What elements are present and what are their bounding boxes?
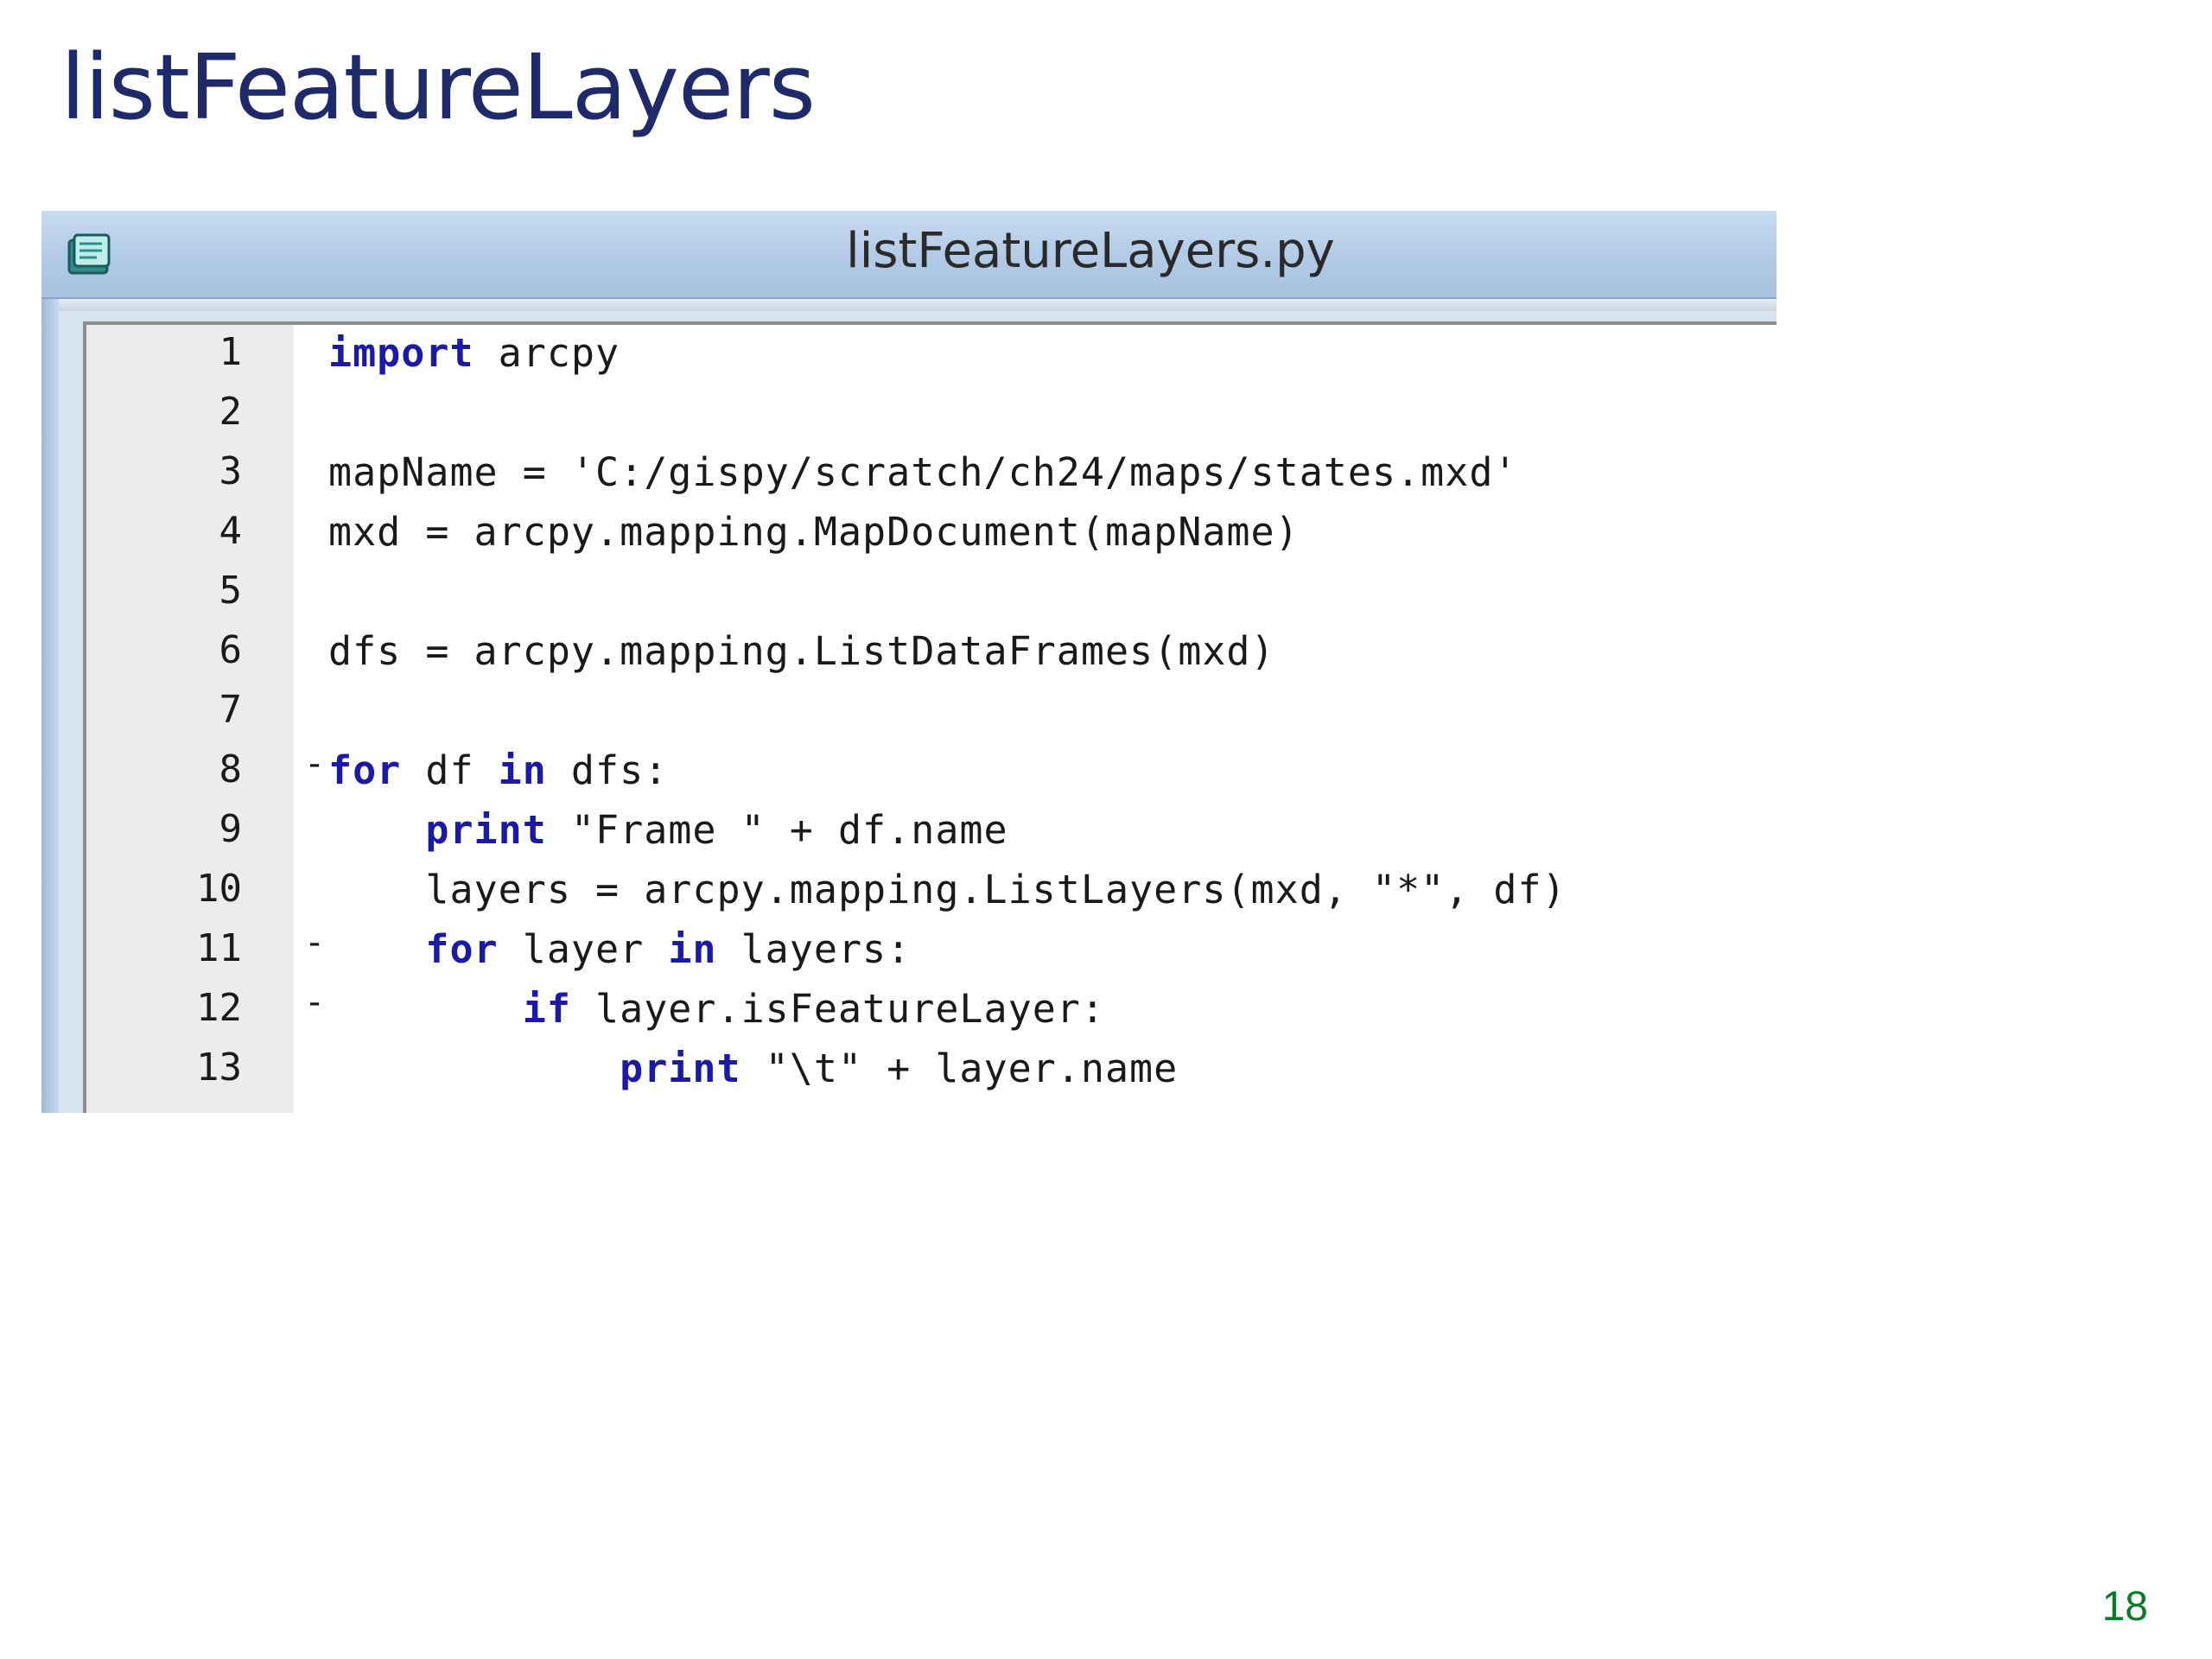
code-text: "\t" + layer.name <box>741 1046 1179 1091</box>
line-number: 4 <box>219 509 243 553</box>
code-text: layer <box>498 926 669 972</box>
code-line-row: 11 - for layer in layers: <box>86 921 1777 981</box>
code-line: print "\t" + layer.name <box>328 1046 1178 1091</box>
code-text: layers: <box>716 926 912 972</box>
code-line-row: 4 mxd = arcpy.mapping.MapDocument(mapName… <box>86 504 1777 563</box>
line-number: 13 <box>196 1046 242 1090</box>
line-number: 11 <box>196 926 242 970</box>
code-line: mapName = 'C:/gispy/scratch/ch24/maps/st… <box>328 449 1518 495</box>
line-number: 2 <box>219 390 243 434</box>
code-keyword: in <box>668 926 717 972</box>
code-text: "Frame " + df.name <box>546 807 1008 853</box>
code-line-row: 13 print "\t" + layer.name <box>86 1040 1777 1100</box>
code-text: dfs: <box>546 747 669 793</box>
code-keyword: for <box>328 747 402 793</box>
code-line: mxd = arcpy.mapping.MapDocument(mapName) <box>328 509 1300 555</box>
code-line: for df in dfs: <box>328 747 668 793</box>
code-line-row: 1 import arcpy <box>86 325 1777 385</box>
line-number: 3 <box>219 449 243 493</box>
page-number: 18 <box>2101 1584 2148 1630</box>
code-keyword: print <box>620 1046 741 1091</box>
code-text: df <box>401 747 499 793</box>
code-line-row: 9 print "Frame " + df.name <box>86 802 1777 861</box>
code-line-row: 8 - for df in dfs: <box>86 742 1777 802</box>
fold-marker[interactable]: - <box>304 923 325 963</box>
code-line-row: 7 <box>86 683 1777 742</box>
code-keyword: in <box>498 747 547 793</box>
code-line-row: 6 dfs = arcpy.mapping.ListDataFrames(mxd) <box>86 623 1777 683</box>
code-line: layers = arcpy.mapping.ListLayers(mxd, "… <box>328 867 1567 912</box>
line-number: 12 <box>196 986 242 1030</box>
code-line-row: 10 layers = arcpy.mapping.ListLayers(mxd… <box>86 861 1777 921</box>
line-number: 5 <box>219 569 243 613</box>
code-line-row: 12 - if layer.isFeatureLayer: <box>86 981 1777 1040</box>
code-line-row: 3 mapName = 'C:/gispy/scratch/ch24/maps/s… <box>86 444 1777 504</box>
line-number: 8 <box>219 747 243 791</box>
code-editor[interactable]: 1 import arcpy 2 3 mapName = 'C:/gispy/scrat… <box>83 321 1777 1113</box>
code-text: dfs = arcpy.mapping.ListDataFrames(mxd) <box>328 628 1275 674</box>
line-number: 9 <box>219 807 243 851</box>
code-line: print "Frame " + df.name <box>328 807 1008 853</box>
line-number: 6 <box>219 628 243 672</box>
window-left-border <box>41 299 59 1113</box>
code-line-row: 2 <box>86 385 1777 444</box>
line-number: 1 <box>219 330 243 374</box>
code-text: mxd = arcpy.mapping.MapDocument(mapName) <box>328 509 1300 555</box>
code-line: dfs = arcpy.mapping.ListDataFrames(mxd) <box>328 628 1275 674</box>
code-line: import arcpy <box>328 330 620 376</box>
code-keyword: import <box>328 330 474 376</box>
window-title: listFeatureLayers.py <box>846 223 1335 279</box>
code-keyword: print <box>425 807 547 853</box>
code-line-row: 5 <box>86 563 1777 623</box>
code-text: layer.isFeatureLayer: <box>570 986 1105 1032</box>
code-line: for layer in layers: <box>328 926 911 972</box>
code-keyword: for <box>425 926 499 972</box>
line-number: 10 <box>196 867 242 911</box>
code-editor-window: listFeatureLayers.py 1 import arcpy 2 3 mapN… <box>41 211 1777 1113</box>
code-line: if layer.isFeatureLayer: <box>328 986 1105 1032</box>
code-text: layers = arcpy.mapping.ListLayers(mxd, "… <box>425 867 1567 912</box>
line-number: 7 <box>219 688 243 732</box>
slide-title: listFeatureLayers <box>60 35 816 140</box>
code-keyword: if <box>522 986 571 1032</box>
code-text: mapName = 'C:/gispy/scratch/ch24/maps/st… <box>328 449 1518 495</box>
window-titlebar[interactable]: listFeatureLayers.py <box>41 211 1777 299</box>
window-frame <box>41 299 1777 311</box>
code-text: arcpy <box>474 330 620 376</box>
fold-marker[interactable]: - <box>304 744 325 784</box>
fold-marker[interactable]: - <box>304 982 325 1022</box>
